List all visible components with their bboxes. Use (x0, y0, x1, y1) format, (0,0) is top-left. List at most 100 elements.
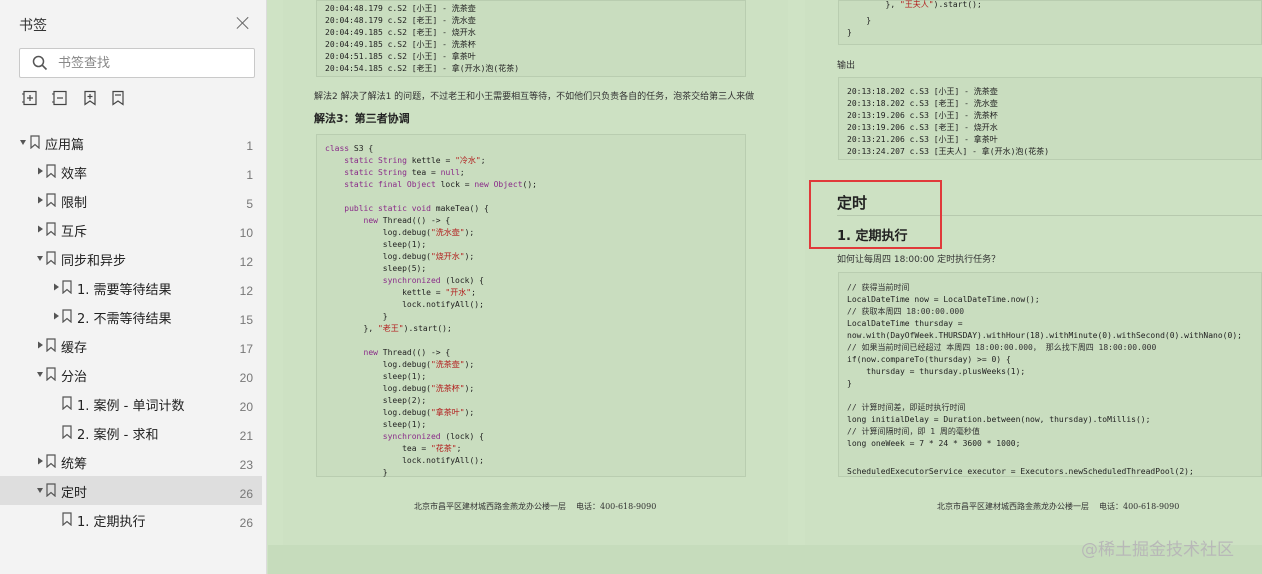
bookmark-icon (46, 338, 56, 353)
log-output-block: 20:04:48.179 c.S2 [小王] - 洗茶壶 20:04:48.17… (316, 0, 746, 77)
bookmark-page: 1 (246, 139, 253, 153)
bookmark-item[interactable]: 1. 定期执行 26 (0, 505, 262, 534)
paragraph: 解法2 解决了解法1 的问题，不过老王和小王需要相互等待，不如他们只负责各自的任… (314, 92, 755, 102)
bookmark-icon (46, 483, 56, 498)
caret-down-icon[interactable] (35, 369, 45, 379)
bookmark-label: 2. 案例 - 求和 (77, 428, 159, 443)
bookmark-page: 10 (239, 226, 253, 240)
bookmark-page: 12 (239, 284, 253, 298)
bookmark-icon (46, 164, 56, 179)
bookmark-item[interactable]: 1. 需要等待结果 12 (0, 273, 262, 302)
bookmark-page: 26 (239, 516, 253, 530)
bookmark-item[interactable]: 分治 20 (0, 360, 262, 389)
bookmark-label: 定时 (61, 486, 88, 501)
bookmark-item-selected[interactable]: 定时 26 (0, 476, 262, 505)
bookmark-icon (30, 135, 40, 150)
code-block-tail: }, "王夫人").start(); } } (838, 0, 1262, 45)
bookmark-label: 缓存 (61, 341, 88, 356)
bookmark-page: 15 (239, 313, 253, 327)
log-line: 20:04:49.185 c.S2 [小王] - 洗茶杯 (325, 40, 476, 49)
bookmark-page: 1 (246, 168, 253, 182)
bookmark-page: 12 (239, 255, 253, 269)
bookmark-icon (46, 222, 56, 237)
bookmark-label: 效率 (61, 167, 88, 182)
log-line: 20:13:19.206 c.S3 [小王] - 洗茶杯 (847, 111, 998, 120)
caret-right-icon[interactable] (35, 340, 45, 350)
bookmark-icon[interactable] (110, 90, 130, 110)
footer-address: 北京市昌平区建材城西路金燕龙办公楼一层 (937, 502, 1089, 511)
document-view[interactable]: 20:04:48.179 c.S2 [小王] - 洗茶壶 20:04:48.17… (268, 0, 1262, 574)
log-line: 20:04:49.185 c.S2 [老王] - 烧开水 (325, 28, 476, 37)
bookmark-page: 21 (239, 429, 253, 443)
bookmark-label: 1. 需要等待结果 (77, 283, 172, 298)
panel-header: 书签 (0, 0, 267, 46)
bookmark-icon (46, 193, 56, 208)
bookmark-item[interactable]: 互斥 10 (0, 215, 262, 244)
question-text: 如何让每周四 18:00:00 定时执行任务？ (837, 255, 1001, 265)
bookmark-label: 应用篇 (45, 138, 85, 153)
caret-right-icon[interactable] (35, 456, 45, 466)
bookmark-icon (62, 425, 72, 440)
bookmark-page: 17 (239, 342, 253, 356)
log-line: 20:04:51.185 c.S2 [小王] - 拿茶叶 (325, 52, 476, 61)
bookmark-label: 同步和异步 (61, 254, 127, 269)
bookmark-item[interactable]: 应用篇 1 (0, 128, 262, 157)
panel-title: 书签 (19, 18, 47, 34)
bookmark-label: 2. 不需等待结果 (77, 312, 172, 327)
bookmark-item[interactable]: 统筹 23 (0, 447, 262, 476)
bookmark-icon (62, 309, 72, 324)
bookmark-item[interactable]: 2. 案例 - 求和 21 (0, 418, 262, 447)
caret-right-icon[interactable] (35, 195, 45, 205)
bookmark-page: 20 (239, 371, 253, 385)
code-block: // 获得当前时间 LocalDateTime now = LocalDateT… (838, 272, 1262, 477)
bookmark-search[interactable] (19, 48, 255, 78)
code-block: class S3 { static String kettle = "冷水"; … (316, 134, 746, 477)
add-bookmark-icon[interactable] (82, 90, 102, 110)
bookmark-item[interactable]: 1. 案例 - 单词计数 20 (0, 389, 262, 418)
footer-phone: 电话：400-618-9090 (576, 502, 657, 511)
bookmark-item[interactable]: 效率 1 (0, 157, 262, 186)
bookmark-page: 26 (239, 487, 253, 501)
collapse-all-icon[interactable] (52, 90, 72, 110)
log-line: 20:13:18.202 c.S3 [老王] - 洗水壶 (847, 99, 998, 108)
caret-down-icon[interactable] (35, 253, 45, 263)
bookmark-panel: 书签 应用篇 1 效率 (0, 0, 267, 574)
bookmark-item[interactable]: 同步和异步 12 (0, 244, 262, 273)
bookmark-item[interactable]: 2. 不需等待结果 15 (0, 302, 262, 331)
bookmark-page: 23 (239, 458, 253, 472)
caret-down-icon[interactable] (35, 485, 45, 495)
bookmark-icon (62, 396, 72, 411)
bookmark-label: 限制 (61, 196, 88, 211)
footer-address: 北京市昌平区建材城西路金燕龙办公楼一层 (414, 502, 566, 511)
document-page-right: }, "王夫人").start(); } } 输出 20:13:18.202 c… (805, 0, 1262, 545)
output-log-block: 20:13:18.202 c.S3 [小王] - 洗茶壶 20:13:18.20… (838, 77, 1262, 160)
highlight-box (809, 180, 942, 249)
caret-down-icon[interactable] (18, 137, 28, 147)
close-icon[interactable] (234, 14, 252, 32)
footer-phone: 电话：400-618-9090 (1099, 502, 1180, 511)
search-icon (32, 55, 48, 71)
bookmark-item[interactable]: 限制 5 (0, 186, 262, 215)
bookmark-label: 互斥 (61, 225, 88, 240)
bookmark-page: 20 (239, 400, 253, 414)
output-label: 输出 (837, 61, 856, 71)
search-input[interactable] (58, 54, 248, 72)
bookmark-label: 1. 定期执行 (77, 515, 146, 530)
caret-right-icon[interactable] (35, 166, 45, 176)
log-line: 20:13:19.206 c.S3 [老王] - 烧开水 (847, 123, 998, 132)
log-line: 20:13:21.206 c.S3 [小王] - 拿茶叶 (847, 135, 998, 144)
bookmark-label: 统筹 (61, 457, 88, 472)
expand-all-icon[interactable] (22, 90, 42, 110)
bookmark-label: 分治 (61, 370, 88, 385)
bookmark-icon (46, 367, 56, 382)
bookmark-item[interactable]: 缓存 17 (0, 331, 262, 360)
log-line: 20:04:48.179 c.S2 [小王] - 洗茶壶 (325, 4, 476, 13)
caret-right-icon[interactable] (51, 311, 61, 321)
caret-right-icon[interactable] (51, 282, 61, 292)
bookmark-icon (62, 280, 72, 295)
bookmark-icon (46, 454, 56, 469)
section-heading: 解法3：第三者协调 (314, 112, 410, 125)
caret-right-icon[interactable] (35, 224, 45, 234)
log-line: 20:13:18.202 c.S3 [小王] - 洗茶壶 (847, 87, 998, 96)
bookmark-icon (46, 251, 56, 266)
